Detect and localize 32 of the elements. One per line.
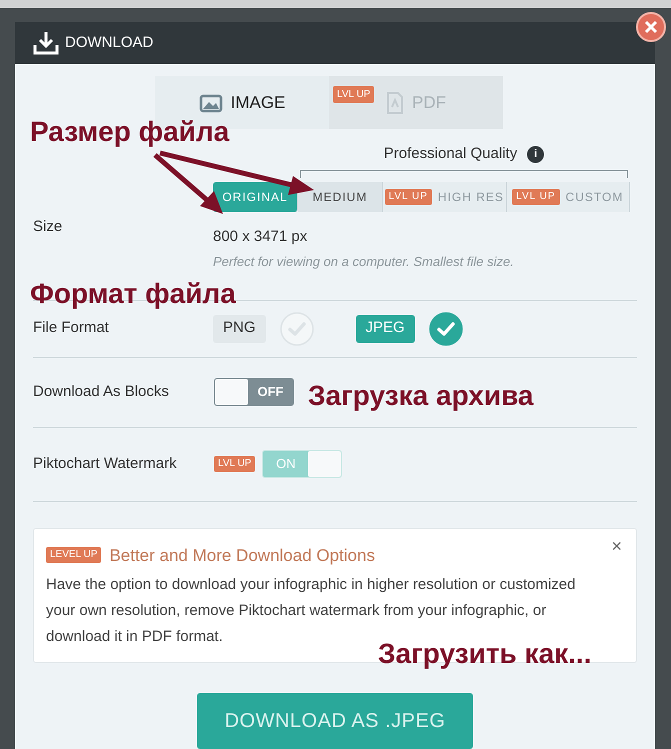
annotation-text: Загрузка архива: [308, 382, 534, 410]
level-up-badge: LEVEL UP: [46, 547, 102, 564]
dimensions-text: 800 x 3471 px: [213, 226, 308, 246]
toggle-switch[interactable]: ON: [262, 450, 342, 478]
download-icon: [33, 31, 59, 55]
close-icon: [644, 20, 658, 34]
size-description: Perfect for viewing on a computer. Smallest file size.: [213, 253, 515, 271]
check-circle-icon[interactable]: [428, 312, 463, 346]
level-up-badge: LVL UP: [333, 86, 374, 103]
size-option[interactable]: LVL UP HIGH RES: [383, 182, 506, 212]
quality-label: Professional Quality: [384, 144, 518, 164]
annotation-text: Формат файла: [30, 280, 236, 308]
promo-title: Better and More Download Options: [109, 544, 375, 566]
file-format-label: File Format: [33, 318, 110, 338]
image-icon: [198, 92, 223, 112]
size-option[interactable]: MEDIUM: [298, 182, 383, 212]
level-up-badge: LVL UP: [214, 456, 256, 472]
document-icon: [386, 92, 404, 114]
info-icon[interactable]: i: [527, 146, 544, 163]
close-icon[interactable]: ×: [611, 536, 622, 554]
download-as-blocks-label: Download As Blocks: [33, 382, 170, 402]
close-button[interactable]: [636, 12, 666, 42]
watermark-label: Piktochart Watermark: [33, 454, 178, 474]
level-up-badge: LVL UP: [512, 188, 560, 204]
format-option[interactable]: JPEG: [356, 314, 415, 342]
dialog-title: DOWNLOAD: [65, 32, 154, 53]
size-label: Size: [33, 218, 62, 236]
format-option[interactable]: PNG: [213, 314, 266, 342]
toggle-switch[interactable]: OFF: [214, 378, 294, 406]
download-button[interactable]: DOWNLOAD AS .JPEG: [197, 693, 473, 749]
level-up-badge: LVL UP: [384, 188, 432, 204]
size-option[interactable]: LVL UP CUSTOM: [506, 182, 630, 212]
